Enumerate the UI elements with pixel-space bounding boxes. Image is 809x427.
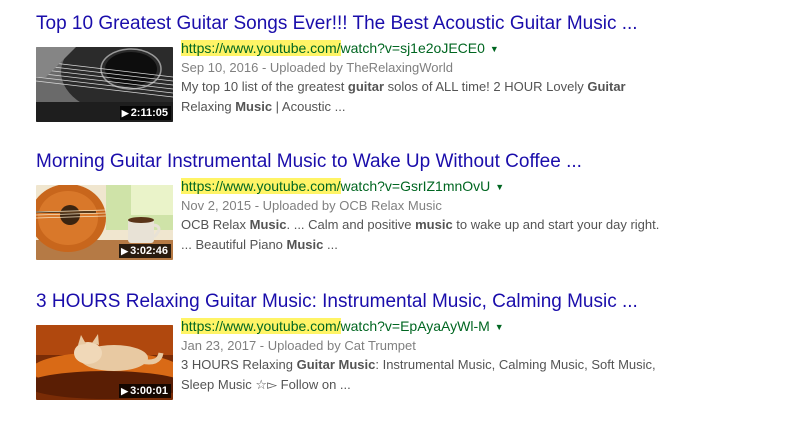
search-result: Morning Guitar Instrumental Music to Wak… xyxy=(36,150,806,287)
snippet-line: Sleep Music ☆▻ Follow on ... xyxy=(181,375,801,395)
snippet-text: | Acoustic ... xyxy=(272,99,346,114)
search-result: Top 10 Greatest Guitar Songs Ever!!! The… xyxy=(36,12,806,149)
video-duration-badge: ▶ 3:00:01 xyxy=(119,384,171,398)
video-thumbnail[interactable]: ▶ 2:11:05 xyxy=(36,47,173,122)
result-title-link[interactable]: Morning Guitar Instrumental Music to Wak… xyxy=(36,150,806,174)
snippet-keyword: Music xyxy=(249,217,287,232)
result-date-uploader: Sep 10, 2016 - Uploaded by TheRelaxingWo… xyxy=(181,60,453,75)
url-path: watch?v=GsrIZ1mnOvU xyxy=(340,178,491,194)
chevron-down-icon[interactable]: ▼ xyxy=(490,40,499,58)
result-date-uploader: Nov 2, 2015 - Uploaded by OCB Relax Musi… xyxy=(181,198,442,213)
result-body: ▶ 2:11:05 https://www.youtube.com/watch?v… xyxy=(36,39,806,149)
result-snippet: My top 10 list of the greatest guitar so… xyxy=(181,77,801,117)
result-url: https://www.youtube.com/watch?v=sj1e2oJE… xyxy=(181,39,801,58)
snippet-text: My top 10 list of the greatest xyxy=(181,79,348,94)
video-thumbnail[interactable]: ▶ 3:00:01 xyxy=(36,325,173,400)
snippet-keyword: Music xyxy=(286,237,324,252)
duration-text: 2:11:05 xyxy=(130,107,168,119)
result-url: https://www.youtube.com/watch?v=GsrIZ1mn… xyxy=(181,177,801,196)
search-result: 3 HOURS Relaxing Guitar Music: Instrumen… xyxy=(36,290,806,427)
result-meta: https://www.youtube.com/watch?v=EpAyaAyW… xyxy=(181,317,801,395)
snippet-text: ... Beautiful Piano xyxy=(181,237,287,252)
result-body: ▶ 3:00:01 https://www.youtube.com/watch?v… xyxy=(36,317,806,427)
result-title-link[interactable]: Top 10 Greatest Guitar Songs Ever!!! The… xyxy=(36,12,806,36)
snippet-keyword: music xyxy=(415,217,453,232)
result-meta: https://www.youtube.com/watch?v=sj1e2oJE… xyxy=(181,39,801,117)
video-thumbnail[interactable]: ▶ 3:02:46 xyxy=(36,185,173,260)
result-title-link[interactable]: 3 HOURS Relaxing Guitar Music: Instrumen… xyxy=(36,290,806,314)
snippet-line: OCB Relax Music. ... Calm and positive m… xyxy=(181,215,801,235)
video-duration-badge: ▶ 3:02:46 xyxy=(119,244,171,258)
snippet-text: Sleep Music ☆▻ Follow on ... xyxy=(181,377,351,392)
result-url: https://www.youtube.com/watch?v=EpAyaAyW… xyxy=(181,317,801,336)
snippet-line: My top 10 list of the greatest guitar so… xyxy=(181,77,801,97)
url-path: watch?v=sj1e2oJECE0 xyxy=(340,40,485,56)
snippet-text: solos of ALL time! 2 HOUR Lovely xyxy=(384,79,588,94)
snippet-keyword: Guitar xyxy=(587,79,626,94)
snippet-line: ... Beautiful Piano Music ... xyxy=(181,235,801,255)
snippet-line: Relaxing Music | Acoustic ... xyxy=(181,97,801,117)
snippet-text: ... xyxy=(323,237,338,252)
video-duration-badge: ▶ 2:11:05 xyxy=(119,106,171,120)
url-path: watch?v=EpAyaAyWl-M xyxy=(340,318,490,334)
snippet-keyword: Music xyxy=(235,99,273,114)
play-icon: ▶ xyxy=(121,386,129,396)
result-body: ▶ 3:02:46 https://www.youtube.com/watch?v… xyxy=(36,177,806,287)
snippet-text: to wake up and start your day right. xyxy=(452,217,660,232)
snippet-keyword: Guitar Music xyxy=(296,357,376,372)
snippet-text: 3 HOURS Relaxing xyxy=(181,357,297,372)
snippet-text: Relaxing xyxy=(181,99,236,114)
url-host-highlighted: https://www.youtube.com/ xyxy=(181,40,341,56)
chevron-down-icon[interactable]: ▼ xyxy=(495,318,504,336)
duration-text: 3:00:01 xyxy=(130,385,168,397)
url-host-highlighted: https://www.youtube.com/ xyxy=(181,318,341,334)
snippet-text: : Instrumental Music, Calming Music, Sof… xyxy=(375,357,656,372)
duration-text: 3:02:46 xyxy=(130,245,168,257)
result-meta: https://www.youtube.com/watch?v=GsrIZ1mn… xyxy=(181,177,801,255)
play-icon: ▶ xyxy=(121,108,129,118)
result-date-uploader: Jan 23, 2017 - Uploaded by Cat Trumpet xyxy=(181,338,416,353)
chevron-down-icon[interactable]: ▼ xyxy=(495,178,504,196)
snippet-line: 3 HOURS Relaxing Guitar Music: Instrumen… xyxy=(181,355,801,375)
url-host-highlighted: https://www.youtube.com/ xyxy=(181,178,341,194)
result-snippet: 3 HOURS Relaxing Guitar Music: Instrumen… xyxy=(181,355,801,395)
result-snippet: OCB Relax Music. ... Calm and positive m… xyxy=(181,215,801,255)
snippet-text: OCB Relax xyxy=(181,217,250,232)
snippet-keyword: guitar xyxy=(347,79,385,94)
play-icon: ▶ xyxy=(121,246,129,256)
snippet-text: . ... Calm and positive xyxy=(286,217,416,232)
